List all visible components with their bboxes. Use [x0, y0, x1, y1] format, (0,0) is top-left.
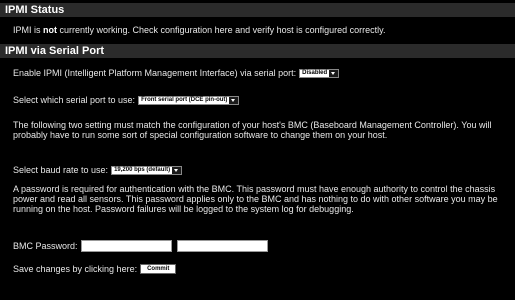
commit-button[interactable]: Commit — [140, 264, 177, 274]
bmc-password-row: BMC Password: — [0, 240, 268, 252]
baud-rate-row: Select baud rate to use: 19,200 bps (def… — [0, 165, 183, 175]
ipmi-status-title: IPMI Status — [0, 3, 515, 17]
status-message-start: IPMI is — [13, 25, 44, 35]
status-message-end: currently working. Check configuration h… — [57, 25, 386, 35]
serial-port-value: Front serial port (DCE pin-out) — [141, 96, 228, 103]
serial-port-label: Select which serial port to use: — [13, 95, 136, 105]
enable-ipmi-value: Disabled — [302, 69, 328, 76]
bmc-password-label: BMC Password: — [13, 241, 78, 251]
enable-ipmi-select[interactable]: Disabled — [299, 68, 340, 78]
status-message-bold: not — [43, 25, 58, 35]
baud-rate-select[interactable]: 19,200 bps (default) — [111, 165, 183, 175]
chevron-down-icon — [329, 69, 339, 77]
serial-port-row: Select which serial port to use: Front s… — [0, 95, 240, 105]
bmc-password-field[interactable] — [80, 240, 172, 252]
save-label: Save changes by clicking here: — [13, 264, 138, 274]
baud-rate-value: 19,200 bps (default) — [114, 166, 171, 173]
password-note: A password is required for authenticatio… — [13, 184, 498, 214]
ipmi-status-message: IPMI is not currently working. Check con… — [0, 25, 513, 35]
enable-ipmi-row: Enable IPMI (Intelligent Platform Manage… — [0, 68, 340, 78]
baud-rate-label: Select baud rate to use: — [13, 165, 109, 175]
bmc-password-confirm-field[interactable] — [176, 240, 268, 252]
save-row: Save changes by clicking here: Commit — [0, 264, 177, 274]
chevron-down-icon — [172, 166, 182, 174]
serial-section-title: IPMI via Serial Port — [0, 44, 515, 58]
chevron-down-icon — [229, 96, 239, 104]
ipmi-config-page: IPMI Status IPMI is not currently workin… — [0, 0, 515, 300]
serial-port-select[interactable]: Front serial port (DCE pin-out) — [138, 95, 240, 105]
bmc-match-note: The following two setting must match the… — [13, 120, 492, 140]
enable-ipmi-label: Enable IPMI (Intelligent Platform Manage… — [13, 68, 297, 78]
